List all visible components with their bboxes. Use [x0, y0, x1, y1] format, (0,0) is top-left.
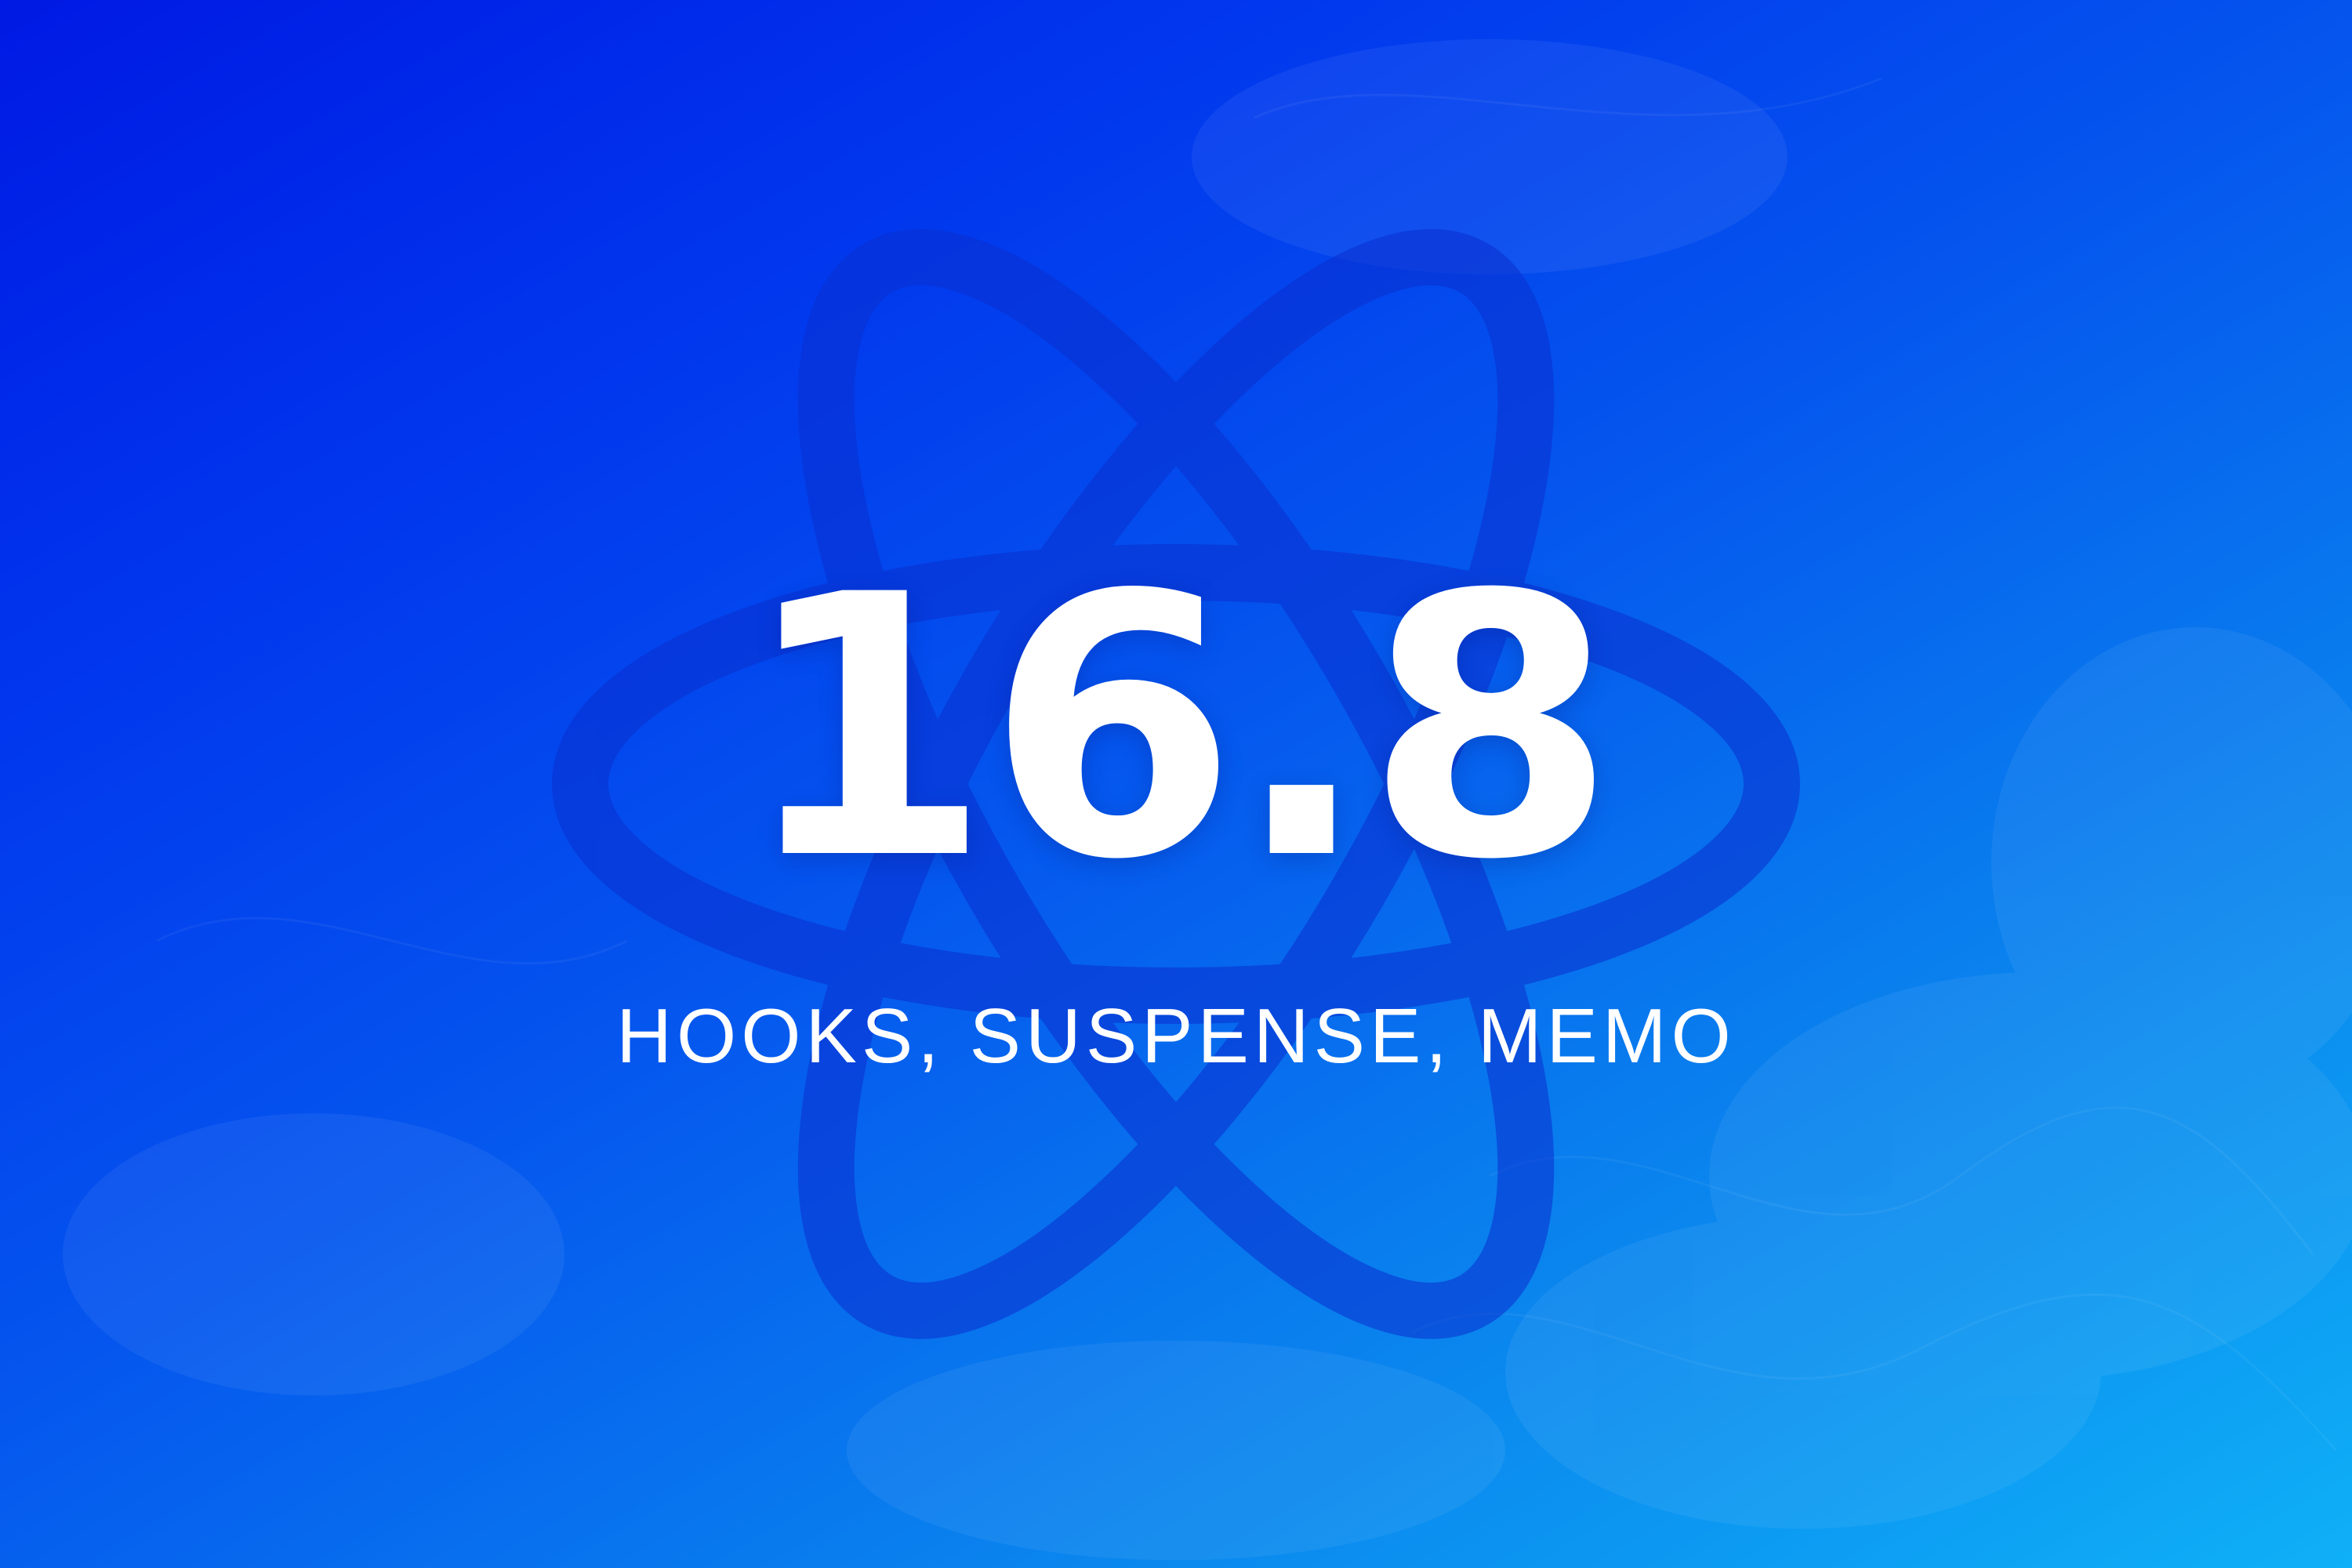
release-banner: 16.8 HOOKS, SUSPENSE, MEMO [0, 0, 2352, 1568]
feature-subtitle: HOOKS, SUSPENSE, MEMO [616, 993, 1736, 1079]
version-number: 16.8 [740, 519, 1617, 938]
